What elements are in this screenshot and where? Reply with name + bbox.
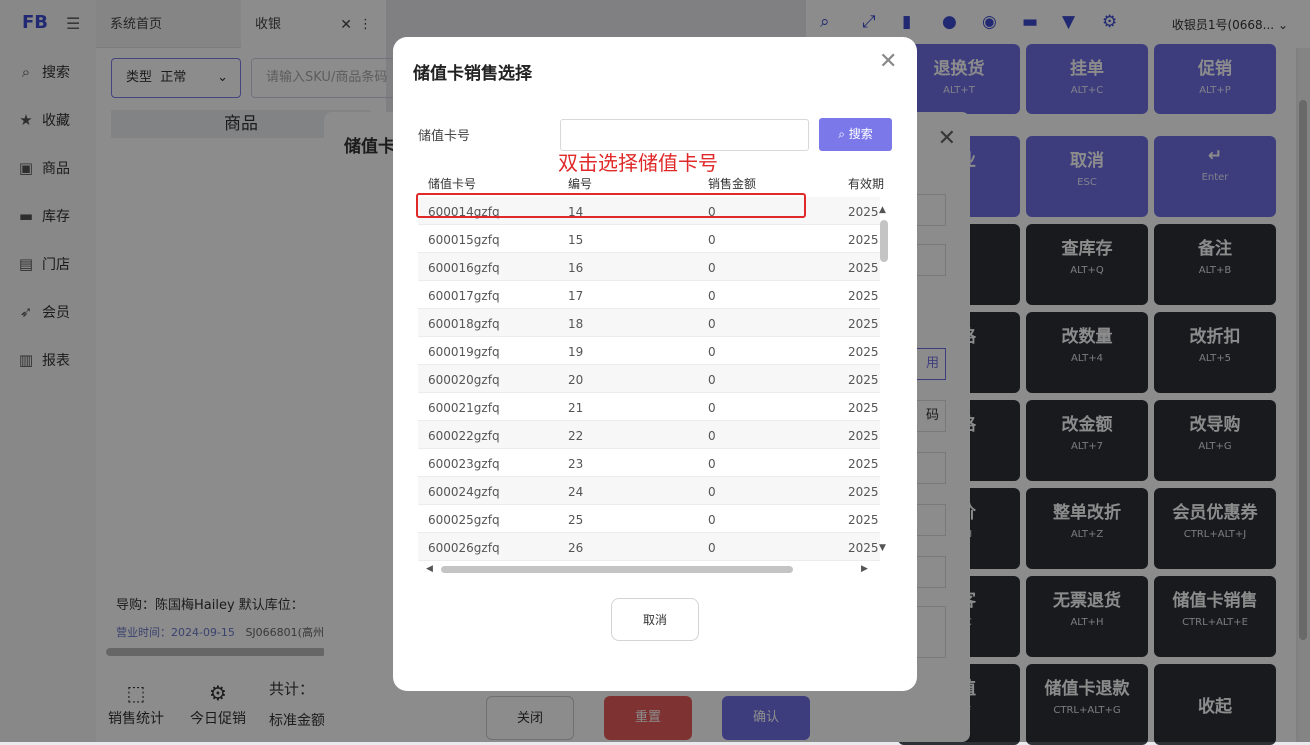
table-cell: 26 [568, 541, 584, 555]
table-cell: 2025 [848, 485, 879, 499]
scroll-up-icon[interactable]: ▲ [879, 205, 886, 215]
search-button-label: 搜索 [848, 127, 873, 141]
table-cell: 24 [568, 485, 584, 499]
table-cell: 0 [708, 513, 716, 527]
table-cell: 2025 [848, 541, 879, 555]
table-cell: 2025 [848, 289, 879, 303]
table-cell: 600018gzfq [428, 317, 500, 331]
close-icon[interactable]: ✕ [879, 49, 897, 74]
table-cell: 2025 [848, 233, 879, 247]
table-cell: 16 [568, 261, 584, 275]
table-cell: 2025 [848, 401, 879, 415]
column-header-expiry: 有效期 [848, 177, 885, 191]
table-cell: 0 [708, 401, 716, 415]
table-cell: 2025 [848, 513, 879, 527]
card-table: 储值卡号 编号 销售金额 有效期 600014gzfq 14 0 2025 600015… [418, 169, 892, 577]
table-row[interactable]: 600026gzfq 26 0 2025 [418, 533, 880, 561]
highlight-box [416, 193, 806, 218]
table-cell: 2025 [848, 457, 879, 471]
table-cell: 600025gzfq [428, 513, 500, 527]
table-cell: 600020gzfq [428, 373, 500, 387]
table-cell: 19 [568, 345, 584, 359]
scroll-right-icon[interactable]: ▶ [861, 564, 868, 574]
scroll-left-icon[interactable]: ◀ [426, 564, 433, 574]
stored-value-card-modal: 储值卡销售选择 ✕ 储值卡号 ⌕ 搜索 双击选择储值卡号 储值卡号 编号 销售金… [393, 37, 917, 691]
table-cell: 600019gzfq [428, 345, 500, 359]
table-cell: 17 [568, 289, 584, 303]
table-cell: 0 [708, 233, 716, 247]
table-cell: 0 [708, 261, 716, 275]
column-header-card-number: 储值卡号 [428, 177, 477, 191]
table-row[interactable]: 600020gzfq 20 0 2025 [418, 365, 880, 393]
table-cell: 600023gzfq [428, 457, 500, 471]
column-header-number: 编号 [568, 177, 593, 191]
table-cell: 600022gzfq [428, 429, 500, 443]
scroll-down-icon[interactable]: ▼ [879, 543, 886, 553]
table-cell: 0 [708, 429, 716, 443]
table-cell: 21 [568, 401, 584, 415]
table-cell: 25 [568, 513, 584, 527]
table-row[interactable]: 600017gzfq 17 0 2025 [418, 281, 880, 309]
search-icon: ⌕ [838, 127, 845, 141]
table-cell: 15 [568, 233, 584, 247]
table-row[interactable]: 600021gzfq 21 0 2025 [418, 393, 880, 421]
table-cell: 2025 [848, 345, 879, 359]
table-cell: 2025 [848, 261, 879, 275]
table-cell: 18 [568, 317, 584, 331]
table-scrollbar-thumb[interactable] [880, 220, 888, 262]
card-number-label: 储值卡号 [418, 129, 471, 144]
table-row[interactable]: 600016gzfq 16 0 2025 [418, 253, 880, 281]
table-cell: 0 [708, 345, 716, 359]
table-cell: 600016gzfq [428, 261, 500, 275]
table-row[interactable]: 600019gzfq 19 0 2025 [418, 337, 880, 365]
table-cell: 600026gzfq [428, 541, 500, 555]
table-row[interactable]: 600023gzfq 23 0 2025 [418, 449, 880, 477]
table-row[interactable]: 600015gzfq 15 0 2025 [418, 225, 880, 253]
table-cell: 600021gzfq [428, 401, 500, 415]
table-cell: 2025 [848, 429, 879, 443]
column-header-sales-amount: 销售金额 [708, 177, 757, 191]
table-row[interactable]: 600018gzfq 18 0 2025 [418, 309, 880, 337]
table-cell: 0 [708, 485, 716, 499]
table-row[interactable]: 600024gzfq 24 0 2025 [418, 477, 880, 505]
table-cell: 2025 [848, 317, 879, 331]
table-cell: 2025 [848, 205, 879, 219]
cancel-button[interactable]: 取消 [611, 598, 699, 641]
table-cell: 600017gzfq [428, 289, 500, 303]
table-cell: 0 [708, 289, 716, 303]
table-cell: 22 [568, 429, 584, 443]
modal-title: 储值卡销售选择 [413, 64, 532, 84]
table-cell: 600024gzfq [428, 485, 500, 499]
table-cell: 0 [708, 457, 716, 471]
table-cell: 0 [708, 541, 716, 555]
table-cell: 23 [568, 457, 584, 471]
table-cell: 20 [568, 373, 584, 387]
search-button[interactable]: ⌕ 搜索 [819, 118, 892, 151]
table-cell: 2025 [848, 373, 879, 387]
table-cell: 0 [708, 317, 716, 331]
table-cell: 0 [708, 373, 716, 387]
table-row[interactable]: 600022gzfq 22 0 2025 [418, 421, 880, 449]
table-row[interactable]: 600025gzfq 25 0 2025 [418, 505, 880, 533]
table-hscrollbar-thumb[interactable] [441, 566, 793, 573]
table-cell: 600015gzfq [428, 233, 500, 247]
